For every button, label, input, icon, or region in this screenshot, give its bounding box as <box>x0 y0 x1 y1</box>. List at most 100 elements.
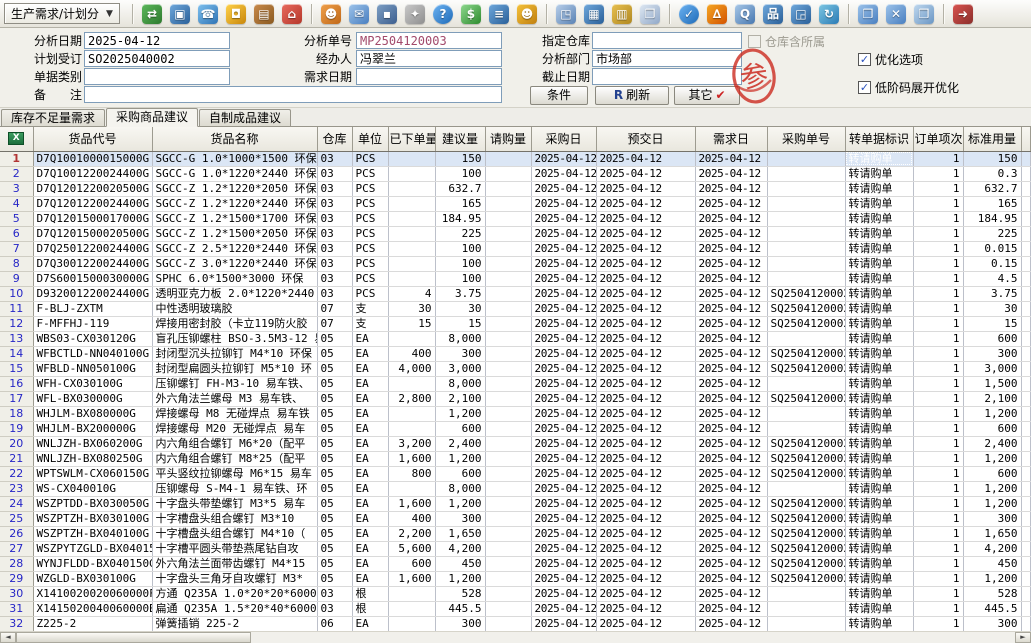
cell-suggest_qty[interactable]: 150 <box>435 151 485 166</box>
cell-po_number[interactable]: SQ2504120002 <box>767 526 845 541</box>
cell-std_usage[interactable]: 1,500 <box>963 376 1021 391</box>
cell-predeliver_date[interactable]: 2025-04-12 <box>596 481 695 496</box>
cell-std_usage[interactable]: 445.5 <box>963 601 1021 616</box>
cell-transfer_flag[interactable]: 转请购单 <box>845 451 913 466</box>
cell-code[interactable]: WSZPYTZGLD-BX040150G <box>33 541 152 556</box>
cell-po_number[interactable]: SQ2504120002 <box>767 466 845 481</box>
cell-warehouse[interactable]: 03 <box>317 586 352 601</box>
cell-name[interactable]: 弹簧插销 225-2 <box>152 616 317 631</box>
cell-purchase_date[interactable]: 2025-04-12 <box>531 526 596 541</box>
refresh-icon[interactable]: ↻ <box>819 4 839 24</box>
cell-demand_date[interactable]: 2025-04-12 <box>695 181 767 196</box>
cell-transfer_flag[interactable]: 转请购单 <box>845 241 913 256</box>
cell-transfer_flag[interactable]: 转请购单 <box>845 571 913 586</box>
row-number[interactable]: 30 <box>0 586 33 601</box>
cell-unit[interactable]: EA <box>352 616 388 631</box>
cell-code[interactable]: F-MFFHJ-119 <box>33 316 152 331</box>
cell-code[interactable]: WPTSWLM-CX060150G <box>33 466 152 481</box>
column-header-request_qty[interactable]: 请购量 <box>485 127 531 151</box>
cell-unit[interactable]: EA <box>352 331 388 346</box>
cell-demand_date[interactable]: 2025-04-12 <box>695 271 767 286</box>
cell-name[interactable]: SGCC-Z 3.0*1220*2440 环保大 <box>152 256 317 271</box>
optimize-checkbox[interactable]: ✓ 优化选项 <box>858 52 923 66</box>
row-number[interactable]: 4 <box>0 196 33 211</box>
cascade-icon[interactable]: ❒ <box>914 4 934 24</box>
cell-request_qty[interactable] <box>485 586 531 601</box>
cell-code[interactable]: WNLJZH-BX080250G <box>33 451 152 466</box>
cell-suggest_qty[interactable]: 600 <box>435 466 485 481</box>
cell-purchase_date[interactable]: 2025-04-12 <box>531 256 596 271</box>
row-number[interactable]: 2 <box>0 166 33 181</box>
cell-ordered_qty[interactable]: 4 <box>388 286 435 301</box>
cell-name[interactable]: 十字盘头带垫螺钉 M3*5 易车 <box>152 496 317 511</box>
table-row[interactable]: 26WSZPTZH-BX040100G十字槽盘头组合螺钉 M4*10（05EA2… <box>0 526 1031 541</box>
cell-po_number[interactable] <box>767 601 845 616</box>
table-row[interactable]: 27WSZPYTZGLD-BX040150G十字槽平圆头带垫燕尾钻自攻05EA5… <box>0 541 1031 556</box>
cell-order_item[interactable]: 1 <box>913 376 963 391</box>
cell-transfer_flag[interactable]: 转请购单 <box>845 181 913 196</box>
cell-request_qty[interactable] <box>485 451 531 466</box>
cell-request_qty[interactable] <box>485 616 531 631</box>
cell-predeliver_date[interactable]: 2025-04-12 <box>596 226 695 241</box>
cell-demand_date[interactable]: 2025-04-12 <box>695 211 767 226</box>
cell-std_usage[interactable]: 0.15 <box>963 256 1021 271</box>
cell-po_number[interactable]: SQ2504120002 <box>767 286 845 301</box>
cell-po_number[interactable] <box>767 256 845 271</box>
cell-transfer_flag[interactable]: 转请购单 <box>845 511 913 526</box>
cell-suggest_qty[interactable]: 445.5 <box>435 601 485 616</box>
cell-unit[interactable]: EA <box>352 406 388 421</box>
cell-po_number[interactable]: SQ2504120002 <box>767 316 845 331</box>
row-number[interactable]: 14 <box>0 346 33 361</box>
table-row[interactable]: 8D7Q3001220024400GSGCC-Z 3.0*1220*2440 环… <box>0 256 1031 271</box>
cell-warehouse[interactable]: 05 <box>317 376 352 391</box>
cell-predeliver_date[interactable]: 2025-04-12 <box>596 151 695 166</box>
cell-std_usage[interactable]: 1,200 <box>963 571 1021 586</box>
cell-purchase_date[interactable]: 2025-04-12 <box>531 361 596 376</box>
cell-name[interactable]: 透明亚克力板 2.0*1220*2440 <box>152 286 317 301</box>
cell-std_usage[interactable]: 300 <box>963 616 1021 631</box>
cell-warehouse[interactable]: 05 <box>317 406 352 421</box>
cell-suggest_qty[interactable]: 2,100 <box>435 391 485 406</box>
cell-order_item[interactable]: 1 <box>913 391 963 406</box>
cell-warehouse[interactable]: 03 <box>317 166 352 181</box>
table-row[interactable]: 23WS-CX040010G压铆螺母 S-M4-1 易车铁、环05EA8,000… <box>0 481 1031 496</box>
tab-purchase-suggest[interactable]: 采购商品建议 <box>106 108 198 127</box>
cell-ordered_qty[interactable] <box>388 196 435 211</box>
cell-ordered_qty[interactable]: 600 <box>388 556 435 571</box>
cell-suggest_qty[interactable]: 3.75 <box>435 286 485 301</box>
cell-suggest_qty[interactable]: 1,650 <box>435 526 485 541</box>
window-icon[interactable]: ❒ <box>858 4 878 24</box>
cell-purchase_date[interactable]: 2025-04-12 <box>531 226 596 241</box>
table-row[interactable]: 24WSZPTDD-BX030050G十字盘头带垫螺钉 M3*5 易车05EA1… <box>0 496 1031 511</box>
cell-unit[interactable]: PCS <box>352 196 388 211</box>
cell-name[interactable]: 压铆螺母 S-M4-1 易车铁、环 <box>152 481 317 496</box>
cell-code[interactable]: WSZPTZH-BX040100G <box>33 526 152 541</box>
table-row[interactable]: 9D7S6001500030000GSPHC 6.0*1500*3000 环保0… <box>0 271 1031 286</box>
cell-demand_date[interactable]: 2025-04-12 <box>695 586 767 601</box>
table-row[interactable]: 32Z225-2弹簧插销 225-206EA3002025-04-122025-… <box>0 616 1031 631</box>
cell-warehouse[interactable]: 05 <box>317 361 352 376</box>
lock-icon[interactable]: ◘ <box>226 4 246 24</box>
cell-code[interactable]: D7Q2501220024400G <box>33 241 152 256</box>
cell-code[interactable]: D7Q1201220020500G <box>33 181 152 196</box>
cell-purchase_date[interactable]: 2025-04-12 <box>531 466 596 481</box>
cell-name[interactable]: 十字槽盘头组合螺钉 M4*10（ <box>152 526 317 541</box>
cell-po_number[interactable] <box>767 421 845 436</box>
import-icon[interactable]: ⇄ <box>142 4 162 24</box>
cell-name[interactable]: SGCC-Z 1.2*1500*2050 环保大 <box>152 226 317 241</box>
cell-suggest_qty[interactable]: 2,400 <box>435 436 485 451</box>
cell-suggest_qty[interactable]: 3,000 <box>435 361 485 376</box>
cell-suggest_qty[interactable]: 1,200 <box>435 496 485 511</box>
cell-warehouse[interactable]: 05 <box>317 481 352 496</box>
cell-po_number[interactable]: SQ2504120002 <box>767 346 845 361</box>
cell-transfer_flag[interactable]: 转请购单 <box>845 586 913 601</box>
cell-predeliver_date[interactable]: 2025-04-12 <box>596 406 695 421</box>
cell-unit[interactable]: PCS <box>352 211 388 226</box>
cell-transfer_flag[interactable]: 转请购单 <box>845 526 913 541</box>
cell-request_qty[interactable] <box>485 166 531 181</box>
column-header-name[interactable]: 货品名称 <box>152 127 317 151</box>
cell-request_qty[interactable] <box>485 196 531 211</box>
cell-suggest_qty[interactable]: 165 <box>435 196 485 211</box>
cell-std_usage[interactable]: 4.5 <box>963 271 1021 286</box>
cell-order_item[interactable]: 1 <box>913 331 963 346</box>
